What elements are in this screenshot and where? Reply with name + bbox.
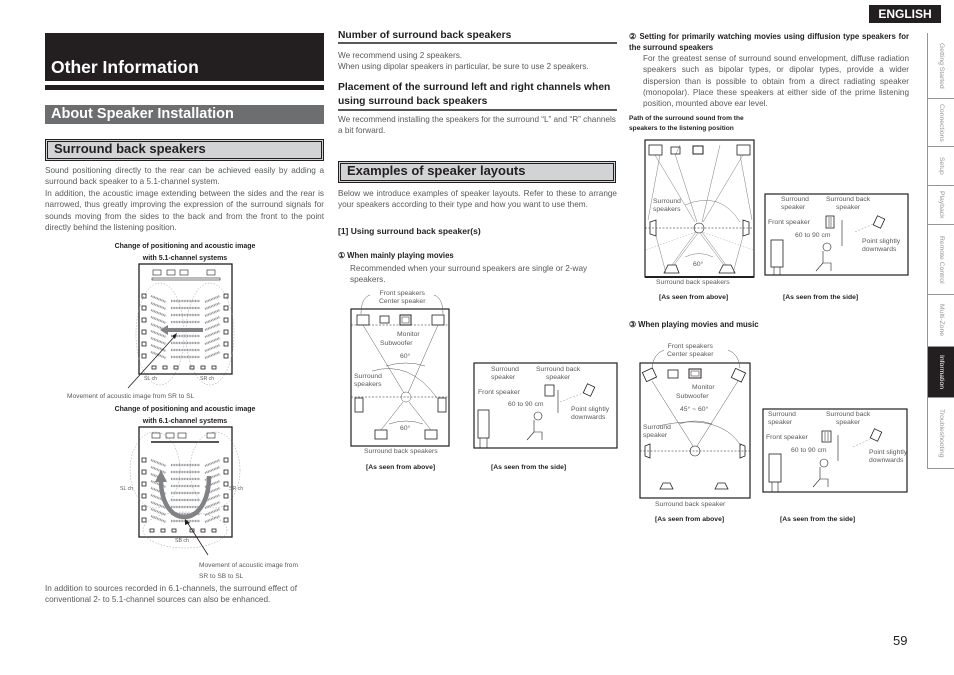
tab-information[interactable]: Information [928,347,954,398]
fig3-side-sb-line2: speaker [836,419,861,426]
tab-label: Playback [938,191,945,219]
tab-connections[interactable]: Connections [928,99,954,147]
tab-label: Information [938,354,945,389]
tab-label: Getting Started [938,42,945,89]
tab-label: Multi-Zone [938,304,945,337]
tab-remote-control[interactable]: Remote Control [928,225,954,295]
tab-troubleshooting[interactable]: Troubleshooting [928,398,954,469]
tab-getting-started[interactable]: Getting Started [928,33,954,99]
tab-multi-zone[interactable]: Multi-Zone [928,295,954,347]
tab-setup[interactable]: Setup [928,147,954,186]
fig3-caption-side: [As seen from the side] [780,516,856,523]
fig3-side-front-label: Front speaker [766,434,808,441]
tab-label: Connections [938,103,945,142]
page-number: 59 [893,633,908,648]
chapter-tabs: Getting Started Connections Setup Playba… [927,33,954,469]
fig3-side-point-line1: Point slightly [869,449,908,456]
fig3-side-distance: 60 to 90 cm [791,447,827,454]
fig3-side-surround-line2: speaker [768,419,793,426]
tab-label: Setup [938,157,945,175]
fig3-side-diagram [762,408,908,493]
fig3-side-point-line2: downwards [869,457,904,464]
fig3-side-sb-label: Surround back speaker [826,411,870,427]
fig3-side-surround-line1: Surround [768,411,796,418]
tab-playback[interactable]: Playback [928,186,954,225]
tab-label: Remote Control [938,235,945,284]
tab-label: Troubleshooting [938,408,945,458]
fig3-side-surround-label: Surround speaker [768,411,796,427]
fig3-side-sb-line1: Surround back [826,411,871,418]
fig3-side-point-label: Point slightly downwards [869,449,907,465]
